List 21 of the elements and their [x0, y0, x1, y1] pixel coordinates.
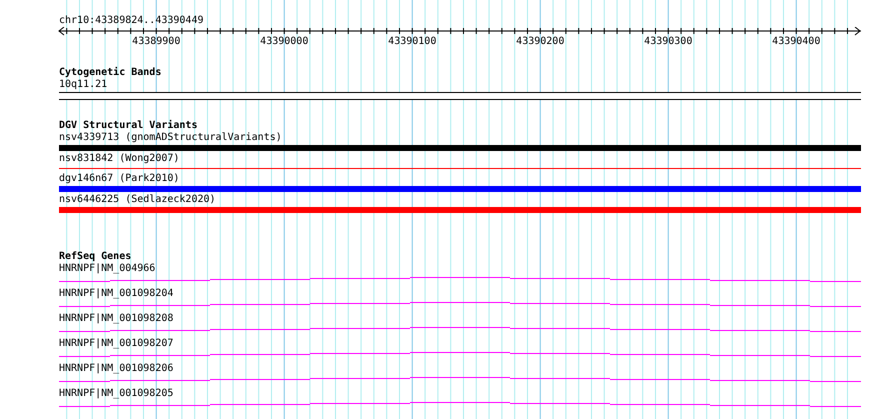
feature-label: HNRNPF|NM_001098207: [59, 338, 174, 349]
track-title: RefSeq Genes: [59, 251, 132, 262]
feature-label: nsv6446225 (Sedlazeck2020): [59, 194, 216, 205]
tick-label: 43390300: [644, 36, 692, 48]
tick-label: 43390200: [516, 36, 564, 48]
region-label: chr10:43389824..43390449: [59, 15, 204, 26]
feature-label: nsv831842 (Wong2007): [59, 153, 180, 164]
feature-label: nsv4339713 (gnomADStructuralVariants): [59, 132, 282, 143]
feature-label: HNRNPF|NM_001098208: [59, 313, 174, 324]
tick-label: 43390400: [772, 36, 820, 48]
tick-label: 43390100: [388, 36, 436, 48]
feature-label: HNRNPF|NM_001098206: [59, 363, 174, 374]
feature-label: HNRNPF|NM_001098204: [59, 288, 174, 299]
tick-label: 43389900: [132, 36, 180, 48]
feature-label: HNRNPF|NM_004966: [59, 263, 156, 274]
feature-label: HNRNPF|NM_001098205: [59, 388, 174, 399]
feature-label: 10q11.21: [59, 79, 108, 90]
feature-label: dgv146n67 (Park2010): [59, 173, 180, 184]
track-title: Cytogenetic Bands: [59, 67, 162, 78]
track-title: DGV Structural Variants: [59, 120, 198, 131]
tick-label: 43390000: [260, 36, 308, 48]
